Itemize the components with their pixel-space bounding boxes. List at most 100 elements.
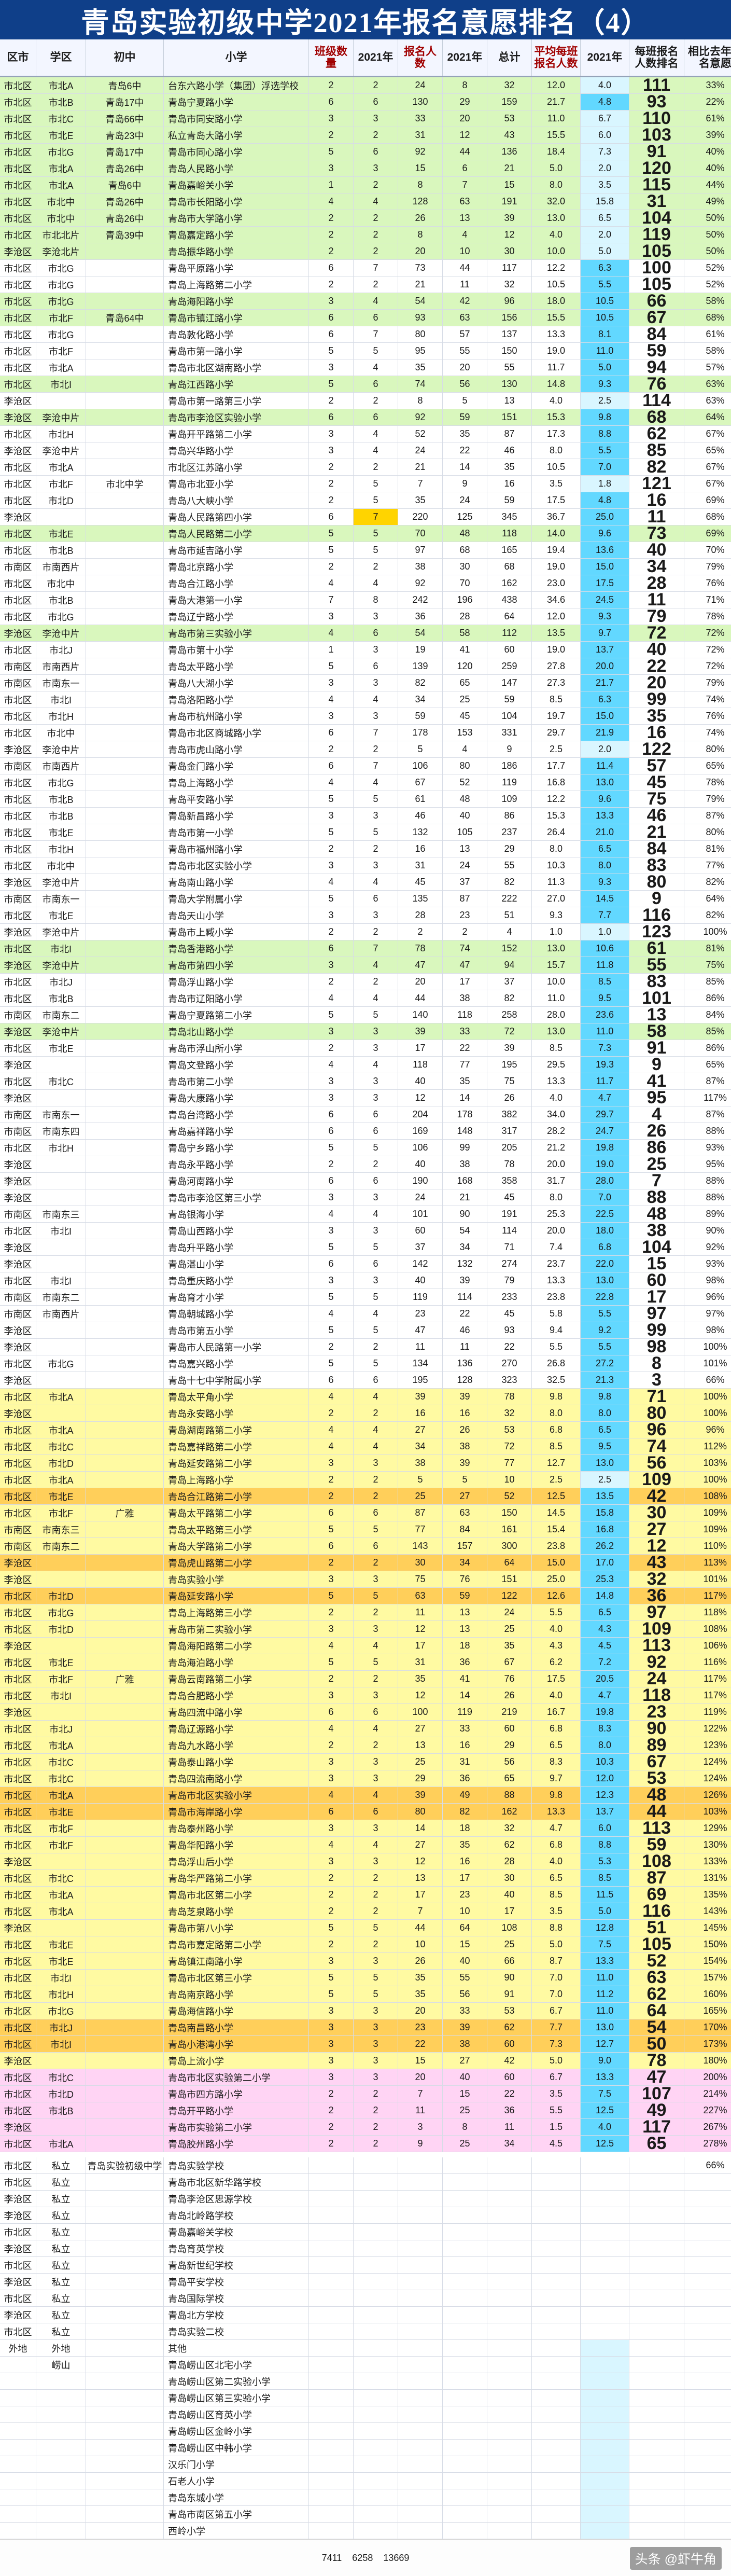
apply-2020-cell: 128 <box>398 193 443 210</box>
area-cell: 市北J <box>36 642 86 658</box>
table-row: 市北区 市北A 青岛芝泉路小学 2 2 7 10 17 3.5 5.0 116 143% <box>0 1903 731 1920</box>
district-cell <box>0 2406 36 2422</box>
class-2021-cell: 3 <box>354 907 398 923</box>
avg-2021-header: 2021年 <box>581 39 629 76</box>
avg-2021-cell: 13.3 <box>581 1953 629 1969</box>
area-cell <box>36 2053 86 2069</box>
blank-cell <box>532 2224 581 2240</box>
feeder-cell <box>86 1953 164 1969</box>
ranking-table: 市北区 市北A 青岛6中 台东六路小学（集团）浮选学校 2 2 24 8 32 12.0 4.0 11… <box>0 77 731 2152</box>
rank-cell: 96 <box>629 1422 684 1438</box>
avg-2020-cell: 19.7 <box>532 708 581 724</box>
table-row: 市北区 市北A 青岛26中 青岛人民路小学 3 3 15 6 21 5.0 2.0 120 40% <box>0 160 731 177</box>
district-cell: 市北区 <box>0 1737 36 1753</box>
class-2021-cell: 2 <box>354 2102 398 2118</box>
apply-total-cell: 17 <box>487 1903 532 1919</box>
rank-cell: 42 <box>629 1488 684 1504</box>
blank-cell <box>487 2506 532 2522</box>
school-cell: 青岛嘉定路小学 <box>164 227 309 243</box>
ratio-cell: 87% <box>684 1073 731 1089</box>
rank-cell: 120 <box>629 160 684 176</box>
blank-cell <box>354 2473 398 2489</box>
district-cell: 市南区 <box>0 1106 36 1123</box>
feeder-cell <box>86 1654 164 1670</box>
area-cell: 市北G <box>36 144 86 160</box>
apply-total-cell: 191 <box>487 193 532 210</box>
apply-2021-cell: 34 <box>443 1239 487 1255</box>
apply-2020-cell: 143 <box>398 1538 443 1554</box>
class-2021-cell: 6 <box>354 310 398 326</box>
class-2020-cell: 5 <box>309 1239 354 1255</box>
apply-total-cell: 72 <box>487 1438 532 1455</box>
area-cell: 市北A <box>36 1389 86 1405</box>
feeder-cell <box>86 1472 164 1488</box>
district-cell: 市南区 <box>0 1306 36 1322</box>
ratio-cell: 92% <box>684 1239 731 1255</box>
apply-2020-cell: 14 <box>398 1820 443 1836</box>
apply-2021-cell: 22 <box>443 1040 487 1056</box>
school-cell: 青岛市第八小学 <box>164 1920 309 1936</box>
table-row: 市北区 市北A 青岛6中 青岛嘉峪关小学 1 2 8 7 15 8.0 3.5 115 44% <box>0 177 731 193</box>
blank-cell <box>443 2207 487 2223</box>
apply-total-cell: 29 <box>487 841 532 857</box>
apply-total-cell: 78 <box>487 1389 532 1405</box>
district-cell: 李沧区 <box>0 874 36 890</box>
blank-cell <box>532 2307 581 2323</box>
feeder-cell <box>86 2357 164 2373</box>
apply-2021-cell: 45 <box>443 708 487 724</box>
area-cell: 市北I <box>36 1970 86 1986</box>
feeder-cell <box>86 691 164 708</box>
ratio-cell: 180% <box>684 2053 731 2069</box>
area-cell: 市北G <box>36 2003 86 2019</box>
school-cell: 青岛永平路小学 <box>164 1156 309 1172</box>
apply-2020-cell: 22 <box>398 2036 443 2052</box>
school-cell: 青岛大康路小学 <box>164 1090 309 1106</box>
area-cell: 市北J <box>36 1721 86 1737</box>
school-cell: 青岛湛山小学 <box>164 1256 309 1272</box>
feeder-cell: 广雅 <box>86 1671 164 1687</box>
private-row: 李沧区 私立 青岛育英学校 <box>0 2240 731 2257</box>
blank-cell <box>443 2290 487 2306</box>
avg-2021-cell: 12.5 <box>581 2136 629 2152</box>
apply-2021-cell: 105 <box>443 824 487 840</box>
apply-total-cell: 10 <box>487 1472 532 1488</box>
rank-cell: 88 <box>629 1189 684 1206</box>
feeder-cell <box>86 343 164 359</box>
blank-cell <box>581 2340 629 2356</box>
avg-2021-cell: 9.6 <box>581 525 629 542</box>
table-row: 市南区 市南东三 青岛银海小学 4 4 101 90 191 25.3 22.5 48 89% <box>0 1206 731 1223</box>
apply-2020-cell: 39 <box>398 1389 443 1405</box>
apply-total-cell: 112 <box>487 625 532 641</box>
ratio-cell: 65% <box>684 442 731 459</box>
blank-cell <box>354 2456 398 2472</box>
class-2020-cell: 2 <box>309 1555 354 1571</box>
class-2021-cell: 3 <box>354 1223 398 1239</box>
table-row: 市南区 市南东二 青岛宁夏路第二小学 5 5 140 118 258 28.0 23.6 13 84% <box>0 1007 731 1023</box>
apply-2020-cell: 93 <box>398 310 443 326</box>
feeder-cell <box>86 592 164 608</box>
apply-2020-cell: 135 <box>398 891 443 907</box>
ratio-cell: 63% <box>684 376 731 392</box>
avg-2021-cell: 13.0 <box>581 1455 629 1471</box>
ratio-cell: 117% <box>684 1090 731 1106</box>
avg-2021-cell: 9.3 <box>581 874 629 890</box>
apply-2020-cell: 12 <box>398 1090 443 1106</box>
school-cell: 市北区江苏路小学 <box>164 459 309 475</box>
school-cell: 青岛市延吉路小学 <box>164 542 309 558</box>
rank-cell: 48 <box>629 1206 684 1222</box>
apply-2020-cell: 26 <box>398 1953 443 1969</box>
ratio-cell: 200% <box>684 2069 731 2085</box>
table-row: 市北区 市北C 青岛华严路第二小学 2 2 13 17 30 6.5 8.5 87 131% <box>0 1870 731 1887</box>
avg-2020-cell: 2.5 <box>532 741 581 757</box>
area-cell: 市北A <box>36 359 86 376</box>
feeder-cell <box>86 2340 164 2356</box>
apply-2021-cell: 25 <box>443 691 487 708</box>
class-2021-cell: 5 <box>354 791 398 807</box>
school-cell: 青岛北岭路学校 <box>164 2207 309 2223</box>
avg-2021-cell: 17.0 <box>581 1555 629 1571</box>
district-cell: 市北区 <box>0 1355 36 1372</box>
avg-2021-cell: 15.0 <box>581 708 629 724</box>
area-cell: 市北I <box>36 2036 86 2052</box>
avg-2020-cell: 34.0 <box>532 1106 581 1123</box>
apply-total-cell: 162 <box>487 1804 532 1820</box>
